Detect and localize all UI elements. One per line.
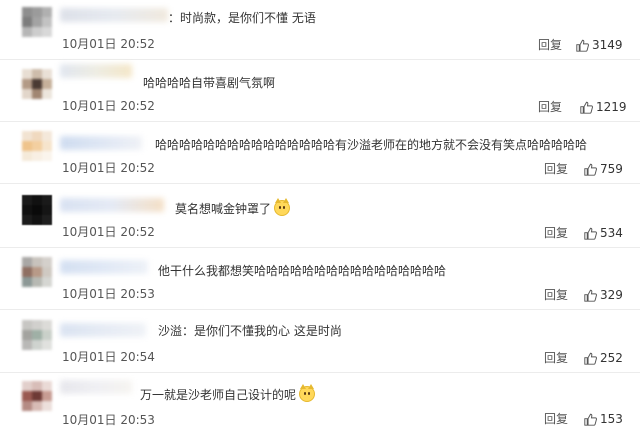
comment-item: 沙溢：是你们不懂我的心 这是时尚 10月01日 20:54 回复 252 — [0, 313, 640, 373]
thumbs-up-icon — [576, 39, 589, 52]
like-button[interactable]: 759 — [584, 161, 623, 177]
comment-text: 他干什么我都想笑哈哈哈哈哈哈哈哈哈哈哈哈哈哈哈哈 — [158, 264, 447, 278]
comment-text-content: 万一就是沙老师自己设计的呢 — [140, 388, 297, 402]
like-count: 153 — [600, 412, 623, 426]
reply-button[interactable]: 回复 — [538, 38, 562, 52]
comment-item: ：时尚款，是你们不懂 无语 10月01日 20:52 回复 3149 — [0, 0, 640, 60]
thumbs-up-icon — [580, 101, 593, 114]
reply-button[interactable]: 回复 — [538, 100, 562, 114]
comment-item: 哈哈哈哈自带喜剧气氛啊 10月01日 20:52 回复 1219 — [0, 62, 640, 122]
avatar[interactable] — [22, 69, 52, 99]
comment-timestamp: 10月01日 20:53 — [62, 287, 155, 301]
comment-item: 莫名想喊金钟罩了 10月01日 20:52 回复 534 — [0, 188, 640, 248]
avatar[interactable] — [22, 7, 52, 37]
reply-button[interactable]: 回复 — [544, 226, 568, 240]
reply-button[interactable]: 回复 — [544, 162, 568, 176]
comment-text-content: 莫名想喊金钟罩了 — [175, 202, 272, 216]
comment-timestamp: 10月01日 20:53 — [62, 413, 155, 427]
like-count: 759 — [600, 162, 623, 176]
like-count: 252 — [600, 351, 623, 365]
like-count: 3149 — [592, 38, 623, 52]
thumbs-up-icon — [584, 289, 597, 302]
thumbs-up-icon — [584, 163, 597, 176]
like-count: 1219 — [596, 100, 627, 114]
like-count: 534 — [600, 226, 623, 240]
avatar[interactable] — [22, 381, 52, 411]
like-button[interactable]: 534 — [584, 225, 623, 241]
like-button[interactable]: 153 — [584, 411, 623, 427]
reply-button[interactable]: 回复 — [544, 412, 568, 426]
comment-text: 万一就是沙老师自己设计的呢 — [140, 384, 316, 404]
comment-item: 万一就是沙老师自己设计的呢 10月01日 20:53 回复 153 — [0, 374, 640, 434]
comment-text: 哈哈哈哈哈哈哈哈哈哈哈哈哈哈哈有沙溢老师在的地方就不会没有笑点哈哈哈哈哈 — [155, 138, 588, 152]
avatar[interactable] — [22, 320, 52, 350]
like-button[interactable]: 329 — [584, 287, 623, 303]
comment-list: ：时尚款，是你们不懂 无语 10月01日 20:52 回复 3149 哈哈哈哈自… — [0, 0, 640, 433]
username-blurred[interactable] — [60, 64, 132, 78]
comment-item: 他干什么我都想笑哈哈哈哈哈哈哈哈哈哈哈哈哈哈哈哈 10月01日 20:53 回复… — [0, 250, 640, 310]
doge-emoji-icon — [299, 384, 316, 402]
doge-emoji-icon — [274, 198, 291, 216]
thumbs-up-icon — [584, 352, 597, 365]
username-blurred[interactable] — [60, 260, 148, 274]
like-button[interactable]: 3149 — [576, 37, 623, 53]
username-blurred[interactable] — [60, 136, 142, 150]
thumbs-up-icon — [584, 227, 597, 240]
comment-text: 哈哈哈哈自带喜剧气氛啊 — [143, 76, 276, 90]
like-button[interactable]: 252 — [584, 350, 623, 366]
username-blurred[interactable] — [60, 380, 132, 394]
reply-button[interactable]: 回复 — [544, 351, 568, 365]
comment-item: 哈哈哈哈哈哈哈哈哈哈哈哈哈哈哈有沙溢老师在的地方就不会没有笑点哈哈哈哈哈 10月… — [0, 124, 640, 184]
username-blurred[interactable] — [60, 323, 146, 337]
comment-timestamp: 10月01日 20:52 — [62, 37, 155, 51]
reply-button[interactable]: 回复 — [544, 288, 568, 302]
username-blurred[interactable] — [60, 8, 168, 22]
comment-timestamp: 10月01日 20:52 — [62, 99, 155, 113]
comment-text: 莫名想喊金钟罩了 — [175, 198, 291, 218]
thumbs-up-icon — [584, 413, 597, 426]
username-blurred[interactable] — [60, 198, 164, 212]
avatar[interactable] — [22, 131, 52, 161]
avatar[interactable] — [22, 195, 52, 225]
like-count: 329 — [600, 288, 623, 302]
like-button[interactable]: 1219 — [580, 99, 627, 115]
comment-timestamp: 10月01日 20:54 — [62, 350, 155, 364]
comment-text: ：时尚款，是你们不懂 无语 — [168, 11, 316, 25]
avatar[interactable] — [22, 257, 52, 287]
comment-timestamp: 10月01日 20:52 — [62, 161, 155, 175]
comment-text: 沙溢：是你们不懂我的心 这是时尚 — [158, 324, 342, 338]
comment-timestamp: 10月01日 20:52 — [62, 225, 155, 239]
